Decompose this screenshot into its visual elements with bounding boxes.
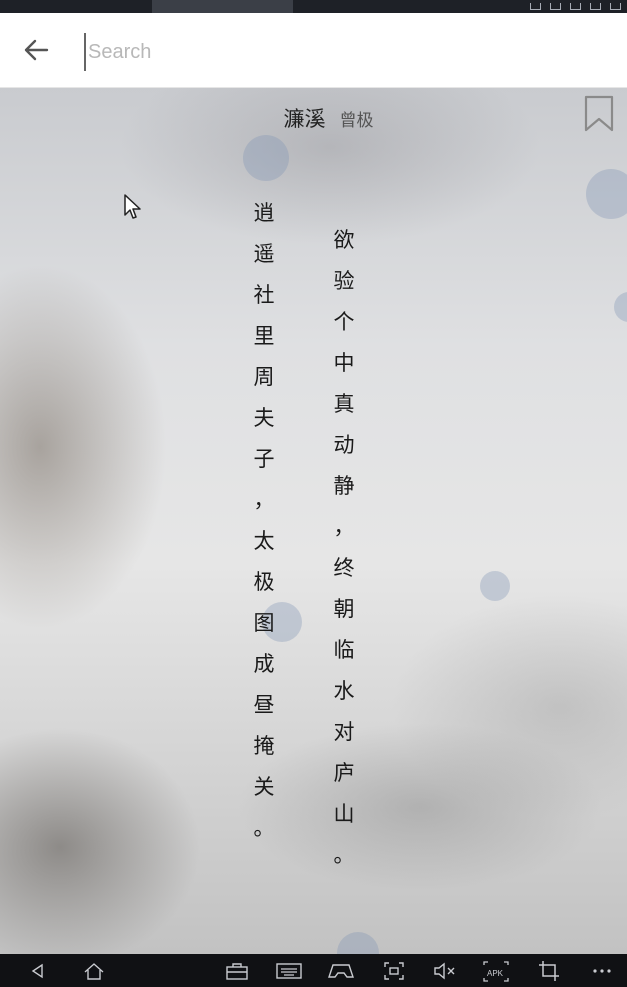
emulator-active-tab[interactable] (152, 0, 293, 13)
emulator-nav-bar: APK (0, 954, 627, 987)
poem-line-1: 逍 遥 社 里 周 夫 子 ， 太 极 图 成 昼 掩 关 。 (249, 193, 279, 849)
arrow-left-icon (24, 39, 49, 61)
poem-char: 山 (333, 802, 355, 826)
poem-char: 掩 (253, 734, 275, 758)
poem-char: ， (333, 515, 355, 539)
poem-char: 。 (333, 843, 355, 867)
poem-char: 庐 (333, 761, 355, 785)
poem-char: 周 (253, 365, 275, 389)
poem-char: 关 (253, 775, 275, 799)
poem-title: 濂溪 (283, 107, 326, 131)
poem-char: 终 (333, 556, 355, 580)
volume-mute-icon[interactable] (431, 958, 459, 984)
poem-char: ， (253, 488, 275, 512)
poem-char: 子 (253, 447, 275, 471)
toolbox-icon[interactable] (223, 958, 251, 984)
poem-char: 里 (253, 324, 275, 348)
window-control-icon[interactable] (590, 3, 601, 10)
window-control-icon[interactable] (570, 3, 581, 10)
poem-char: 朝 (333, 597, 355, 621)
poem-char: 遥 (253, 242, 275, 266)
window-control-icon[interactable] (610, 3, 621, 10)
poem-char: 逍 (253, 201, 275, 225)
poem-app: 濂溪 曾极 逍 遥 社 里 周 夫 子 ， 太 极 图 成 昼 掩 关 。 (0, 13, 627, 954)
poem-header: 濂溪 曾极 (0, 103, 627, 133)
decorative-bubble (243, 135, 289, 181)
poem-line-2: 欲 验 个 中 真 动 静 ， 终 朝 临 水 对 庐 山 。 (329, 220, 359, 876)
poem-char: 真 (333, 392, 355, 416)
poem-char: 个 (333, 310, 355, 334)
poem-char: 极 (253, 570, 275, 594)
poem-char: 图 (253, 611, 275, 635)
window-controls (530, 0, 621, 13)
mouse-pointer-icon (124, 194, 141, 219)
poem-char: 临 (333, 638, 355, 662)
poem-char: 静 (333, 474, 355, 498)
window-control-icon[interactable] (550, 3, 561, 10)
decorative-bubble (337, 932, 379, 954)
search-bar (0, 13, 627, 88)
poem-char: 成 (253, 652, 275, 676)
back-button[interactable] (18, 32, 54, 68)
decorative-bubble (586, 169, 627, 219)
decorative-bubble (614, 292, 627, 322)
bookmark-button[interactable] (583, 95, 615, 133)
back-triangle-icon[interactable] (24, 958, 52, 984)
poem-char: 水 (333, 679, 355, 703)
gamepad-icon[interactable] (327, 958, 355, 984)
more-icon[interactable] (588, 958, 616, 984)
poem-char: 欲 (333, 228, 355, 252)
poem-char: 中 (333, 351, 355, 375)
emulator-title-bar (0, 0, 627, 13)
keyboard-icon[interactable] (275, 958, 303, 984)
poem-char: 对 (333, 720, 355, 744)
bookmark-icon (584, 95, 614, 132)
crop-icon[interactable] (535, 958, 563, 984)
poem-char: 社 (253, 283, 275, 307)
poem-view: 濂溪 曾极 逍 遥 社 里 周 夫 子 ， 太 极 图 成 昼 掩 关 。 欲 … (0, 87, 627, 954)
poem-char: 太 (253, 529, 275, 553)
search-input[interactable] (84, 33, 590, 71)
home-icon[interactable] (80, 958, 108, 984)
svg-text:APK: APK (487, 969, 504, 978)
poem-char: 验 (333, 269, 355, 293)
poem-char: 动 (333, 433, 355, 457)
screenshot-icon[interactable] (380, 958, 408, 984)
poem-char: 昼 (253, 693, 275, 717)
window-control-icon[interactable] (530, 3, 541, 10)
poem-author: 曾极 (339, 111, 374, 131)
poem-char: 夫 (253, 406, 275, 430)
apk-install-icon[interactable]: APK (482, 958, 510, 984)
decorative-bubble (480, 571, 510, 601)
poem-char: 。 (253, 816, 275, 840)
